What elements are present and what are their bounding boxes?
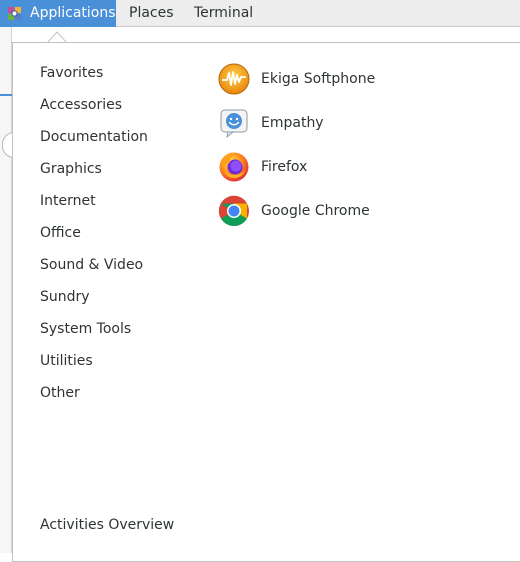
app-item-ekiga[interactable]: Ekiga Softphone [216, 62, 456, 96]
category-internet[interactable]: Internet [40, 189, 96, 213]
category-sound-video[interactable]: Sound & Video [40, 253, 143, 277]
terminal-menu-button[interactable]: Terminal [194, 0, 253, 27]
applications-menu-label: Applications [30, 5, 116, 21]
background-window [0, 27, 26, 553]
app-item-empathy[interactable]: Empathy [216, 106, 456, 140]
app-label-firefox: Firefox [261, 159, 308, 175]
top-panel: Applications Places Terminal [0, 0, 520, 27]
category-other[interactable]: Other [40, 381, 80, 405]
category-favorites[interactable]: Favorites [40, 61, 103, 85]
firefox-icon [219, 152, 249, 182]
category-office[interactable]: Office [40, 221, 81, 245]
applications-menu-button[interactable]: Applications [0, 0, 116, 27]
category-utilities[interactable]: Utilities [40, 349, 93, 373]
category-system-tools[interactable]: System Tools [40, 317, 131, 341]
category-accessories[interactable]: Accessories [40, 93, 122, 117]
app-label-empathy: Empathy [261, 115, 324, 131]
places-menu-button[interactable]: Places [129, 0, 174, 27]
empathy-icon [220, 109, 248, 139]
background-accent-line [0, 94, 12, 96]
activities-overview-button[interactable]: Activities Overview [40, 513, 174, 537]
app-label-google-chrome: Google Chrome [261, 203, 370, 219]
category-graphics[interactable]: Graphics [40, 157, 102, 181]
chrome-icon [218, 195, 249, 227]
category-sundry[interactable]: Sundry [40, 285, 90, 309]
app-label-ekiga: Ekiga Softphone [261, 71, 376, 87]
app-item-google-chrome[interactable]: Google Chrome [216, 194, 456, 228]
ekiga-icon [218, 63, 250, 95]
category-documentation[interactable]: Documentation [40, 125, 148, 149]
fedora-logo-icon [8, 7, 21, 20]
app-item-firefox[interactable]: Firefox [216, 150, 456, 184]
